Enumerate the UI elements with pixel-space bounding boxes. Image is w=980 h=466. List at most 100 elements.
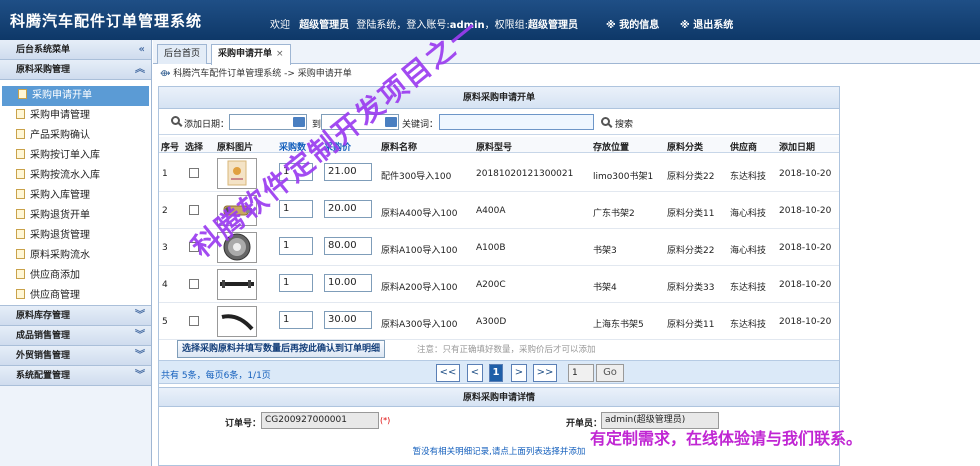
qty-input[interactable]: 1 <box>279 237 313 255</box>
qty-input[interactable]: 1 <box>279 311 313 329</box>
keyword-input[interactable] <box>439 114 594 130</box>
sidebar-item-label: 原料采购流水 <box>30 250 90 261</box>
sidebar-item-label: 采购退货开单 <box>30 210 90 221</box>
document-icon <box>16 109 25 119</box>
col-image: 原料图片 <box>217 143 254 153</box>
sidebar-item-return-manage[interactable]: 采购退货管理 <box>0 226 151 246</box>
calendar-icon[interactable] <box>293 117 305 127</box>
menu-group-label: 原料采购管理 <box>16 65 71 75</box>
price-input[interactable]: 20.00 <box>324 200 372 218</box>
search-icon[interactable] <box>601 117 610 126</box>
row-category: 原料分类22 <box>667 172 715 182</box>
part-thumbnail-icon <box>220 280 254 288</box>
go-button[interactable]: Go <box>596 364 624 382</box>
row-location: 上海东书架5 <box>593 320 644 330</box>
col-select: 选择 <box>185 143 204 153</box>
current-page-button[interactable]: 1 <box>489 364 503 382</box>
next-page-button[interactable]: > <box>511 364 527 382</box>
part-image <box>217 269 257 300</box>
start-date-input[interactable] <box>229 114 307 130</box>
sidebar-item-label: 采购入库管理 <box>30 190 90 201</box>
role-name: 超级管理员 <box>299 20 350 31</box>
sidebar-item-purchase-confirm[interactable]: 产品采购确认 <box>0 126 151 146</box>
row-name: 原料A200导入100 <box>381 283 458 293</box>
row-no: 5 <box>162 317 168 327</box>
row-checkbox[interactable] <box>189 205 199 215</box>
sidebar-item-purchase-flow[interactable]: 原料采购流水 <box>0 246 151 266</box>
sidebar-header: 后台系统菜单 « <box>0 40 151 60</box>
my-info-link[interactable]: ※ 我的信息 <box>606 16 659 31</box>
last-page-button[interactable]: >> <box>533 364 557 382</box>
document-icon <box>16 269 25 279</box>
sidebar-item-return-open[interactable]: 采购退货开单 <box>0 206 151 226</box>
document-icon <box>16 289 25 299</box>
part-image <box>217 306 257 337</box>
table-row: 4 1 10.00 原料A200导入100 A200C 书架4 原料分类33 东… <box>159 266 839 303</box>
filter-bar: 添加日期： 到 关键词： 搜索 <box>159 109 839 135</box>
pagination-info: 共有 5条，每页6条，1/1页 <box>161 371 271 381</box>
row-date: 2018-10-20 <box>779 280 832 290</box>
menu-group-trade[interactable]: 外贸销售管理 ︾ <box>0 346 151 366</box>
tab-home[interactable]: 后台首页 <box>157 44 208 64</box>
row-name: 原料A400导入100 <box>381 209 458 219</box>
table-row: 3 1 80.00 原料A100导入100 A100B 书架3 原料分类22 海… <box>159 229 839 266</box>
chevron-down-icon: ︾ <box>135 330 145 341</box>
welcome-text: 欢迎 <box>270 20 290 31</box>
menu-group-config[interactable]: 系统配置管理 ︾ <box>0 366 151 386</box>
row-checkbox[interactable] <box>189 168 199 178</box>
price-input[interactable]: 10.00 <box>324 274 372 292</box>
row-category: 原料分类33 <box>667 283 715 293</box>
document-icon <box>16 169 25 179</box>
prev-page-button[interactable]: < <box>467 364 483 382</box>
row-checkbox[interactable] <box>189 279 199 289</box>
menu-group-label: 系统配置管理 <box>16 371 71 381</box>
user-info: 欢迎 超级管理员 登陆系统，登入账号:admin，权限组:超级管理员 <box>270 16 578 31</box>
row-no: 4 <box>162 280 168 290</box>
price-input[interactable]: 80.00 <box>324 237 372 255</box>
tab-purchase-request[interactable]: 采购申请开单 × <box>211 44 291 65</box>
row-location: 书架3 <box>593 246 617 256</box>
row-model: A300D <box>476 317 507 327</box>
first-page-button[interactable]: << <box>436 364 460 382</box>
close-icon[interactable]: × <box>276 49 284 59</box>
sidebar-item-stockin-manage[interactable]: 采购入库管理 <box>0 186 151 206</box>
order-no-field: CG200927000001 <box>261 412 379 429</box>
col-location: 存放位置 <box>593 143 630 153</box>
sidebar-item-purchase-request[interactable]: 采购申请开单 <box>2 86 149 106</box>
logout-link[interactable]: ※ 退出系统 <box>680 16 733 31</box>
row-supplier: 东达科技 <box>730 320 767 330</box>
table-header: 序号 选择 原料图片 采购数 采购价 原料名称 原料型号 存放位置 原料分类 供… <box>159 137 839 153</box>
confirm-to-order-button[interactable]: 选择采购原料并填写数量后再按此确认到订单明细 <box>177 340 386 358</box>
row-category: 原料分类11 <box>667 209 715 219</box>
contact-ad-text: 有定制需求，在线体验请与我们联系。 <box>590 429 863 448</box>
sidebar-item-supplier-add[interactable]: 供应商添加 <box>0 266 151 286</box>
row-date: 2018-10-20 <box>779 169 832 179</box>
document-icon <box>18 89 27 99</box>
table-row: 5 1 30.00 原料A300导入100 A300D 上海东书架5 原料分类1… <box>159 303 839 340</box>
price-input[interactable]: 21.00 <box>324 163 372 181</box>
chevron-down-icon: ︾ <box>135 370 145 381</box>
sidebar-item-order-stockin[interactable]: 采购按订单入库 <box>0 146 151 166</box>
menu-group-inventory[interactable]: 原料库存管理 ︾ <box>0 306 151 326</box>
row-supplier: 海心科技 <box>730 246 767 256</box>
sidebar-item-request-manage[interactable]: 采购申请管理 <box>0 106 151 126</box>
search-button[interactable]: 搜索 <box>615 117 633 130</box>
menu-group-sales[interactable]: 成品销售管理 ︾ <box>0 326 151 346</box>
qty-input[interactable]: 1 <box>279 274 313 292</box>
collapse-icon[interactable]: « <box>139 40 145 60</box>
row-model: A400A <box>476 206 506 216</box>
tab-label: 采购申请开单 <box>218 49 273 59</box>
col-date: 添加日期 <box>779 143 816 153</box>
part-thumbnail-icon <box>221 314 254 331</box>
panel-title: 原料采购申请开单 <box>159 87 839 109</box>
menu-group-purchase[interactable]: 原料采购管理 ︽ <box>0 60 151 80</box>
menu-group-label: 外贸销售管理 <box>16 351 71 361</box>
col-no: 序号 <box>161 143 180 153</box>
row-checkbox[interactable] <box>189 316 199 326</box>
sidebar-item-flow-stockin[interactable]: 采购按流水入库 <box>0 166 151 186</box>
price-input[interactable]: 30.00 <box>324 311 372 329</box>
sidebar-item-label: 采购按流水入库 <box>30 170 100 181</box>
goto-page-input[interactable]: 1 <box>568 364 594 382</box>
sidebar-item-label: 采购申请管理 <box>30 110 90 121</box>
sidebar-item-supplier-manage[interactable]: 供应商管理 <box>0 286 151 306</box>
